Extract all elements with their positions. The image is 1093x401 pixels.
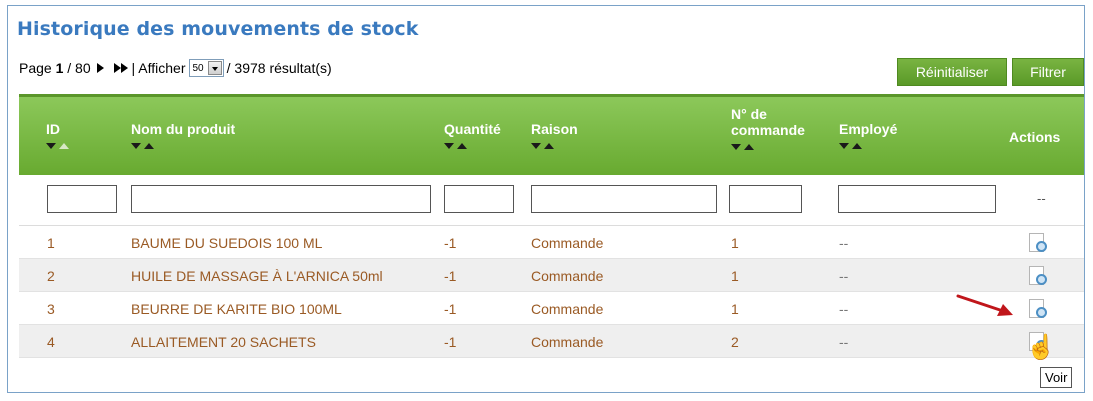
- filter-id-input[interactable]: [47, 185, 117, 213]
- column-actions: Actions: [1009, 129, 1060, 145]
- cell-reason: Commande: [531, 301, 604, 317]
- column-employee-label: Employé: [839, 121, 898, 137]
- cell-employee: --: [839, 301, 849, 317]
- filter-row: --: [19, 175, 1084, 226]
- sort-asc-icon[interactable]: [144, 143, 154, 149]
- page-title: Historique des mouvements de stock: [17, 18, 419, 40]
- table-row: 2 HUILE DE MASSAGE À L'ARNICA 50ml -1 Co…: [19, 259, 1084, 292]
- filter-actions-placeholder: --: [1037, 191, 1046, 206]
- sort-desc-icon[interactable]: [531, 143, 541, 149]
- page-label: Page: [19, 60, 52, 76]
- table-header: ID Nom du produit Quantité Raison N° de …: [19, 94, 1084, 175]
- column-id: ID: [46, 121, 69, 149]
- cell-product: ALLAITEMENT 20 SACHETS: [131, 334, 316, 350]
- sort-asc-icon[interactable]: [744, 144, 754, 150]
- reset-button[interactable]: Réinitialiser: [897, 58, 1007, 86]
- sort-asc-icon[interactable]: [544, 143, 554, 149]
- cell-employee: --: [839, 334, 849, 350]
- cell-order: 1: [731, 268, 739, 284]
- column-quantity: Quantité: [444, 121, 501, 149]
- table-row: 3 BEURRE DE KARITE BIO 100ML -1 Commande…: [19, 292, 1084, 325]
- sort-desc-icon[interactable]: [731, 144, 741, 150]
- red-arrow-icon: [956, 294, 1013, 316]
- view-icon[interactable]: [1029, 233, 1047, 253]
- filter-product-input[interactable]: [131, 185, 431, 213]
- cell-reason: Commande: [531, 334, 604, 350]
- cell-id: 3: [47, 301, 55, 317]
- sort-desc-icon[interactable]: [46, 143, 56, 149]
- filter-employee-input[interactable]: [838, 185, 996, 213]
- sort-asc-icon[interactable]: [457, 143, 467, 149]
- cell-employee: --: [839, 268, 849, 284]
- next-page-icon[interactable]: [96, 63, 104, 73]
- filter-quantity-input[interactable]: [444, 185, 514, 213]
- current-page: 1: [55, 60, 64, 76]
- per-page-label: | Afficher: [131, 60, 186, 76]
- column-reason-label: Raison: [531, 121, 578, 137]
- results-count: / 3978 résultat(s): [226, 60, 332, 76]
- view-icon[interactable]: [1029, 299, 1047, 319]
- cell-employee: --: [839, 235, 849, 251]
- pagination-bar: Page 1 / 80 | Afficher 50 / 3978 résulta…: [19, 59, 332, 77]
- cell-quantity: -1: [444, 334, 457, 350]
- tooltip: Voir: [1040, 367, 1073, 388]
- stock-movements-table: ID Nom du produit Quantité Raison N° de …: [19, 94, 1084, 358]
- cell-product: HUILE DE MASSAGE À L'ARNICA 50ml: [131, 268, 383, 284]
- table-row: 4 ALLAITEMENT 20 SACHETS -1 Commande 2 -…: [19, 325, 1084, 358]
- column-id-label: ID: [46, 121, 60, 137]
- cell-id: 1: [47, 235, 55, 251]
- filter-order-input[interactable]: [729, 185, 802, 213]
- column-order: N° de commande: [731, 106, 805, 150]
- total-pages: / 80: [67, 60, 91, 76]
- column-employee: Employé: [839, 121, 897, 149]
- sort-asc-icon[interactable]: [59, 143, 69, 149]
- column-actions-label: Actions: [1009, 129, 1061, 145]
- cell-product: BEURRE DE KARITE BIO 100ML: [131, 301, 342, 317]
- cell-order: 1: [731, 235, 739, 251]
- column-order-label-2: commande: [731, 122, 805, 138]
- cell-order: 1: [731, 301, 739, 317]
- chevron-down-icon[interactable]: [207, 61, 222, 75]
- cell-id: 4: [47, 334, 55, 350]
- sort-desc-icon[interactable]: [131, 143, 141, 149]
- column-product: Nom du produit: [131, 121, 235, 149]
- column-order-label-1: N° de: [731, 106, 767, 122]
- per-page-select[interactable]: 50: [188, 59, 224, 77]
- sort-desc-icon[interactable]: [444, 143, 454, 149]
- column-product-label: Nom du produit: [131, 121, 236, 137]
- cell-reason: Commande: [531, 235, 604, 251]
- table-row: 1 BAUME DU SUEDOIS 100 ML -1 Commande 1 …: [19, 226, 1084, 259]
- sort-asc-icon[interactable]: [852, 143, 862, 149]
- hand-cursor-icon: ☝: [1026, 334, 1056, 361]
- filter-button[interactable]: Filtrer: [1012, 58, 1084, 86]
- panel: Historique des mouvements de stock Page …: [7, 5, 1085, 393]
- per-page-value: 50: [192, 62, 204, 74]
- last-page-icon[interactable]: [112, 63, 128, 73]
- view-icon[interactable]: [1029, 266, 1047, 286]
- column-quantity-label: Quantité: [444, 121, 501, 137]
- cell-quantity: -1: [444, 235, 457, 251]
- cell-quantity: -1: [444, 301, 457, 317]
- cell-reason: Commande: [531, 268, 604, 284]
- column-reason: Raison: [531, 121, 578, 149]
- filter-reason-input[interactable]: [531, 185, 717, 213]
- cell-order: 2: [731, 334, 739, 350]
- cell-id: 2: [47, 268, 55, 284]
- cell-product: BAUME DU SUEDOIS 100 ML: [131, 235, 323, 251]
- sort-desc-icon[interactable]: [839, 143, 849, 149]
- cell-quantity: -1: [444, 268, 457, 284]
